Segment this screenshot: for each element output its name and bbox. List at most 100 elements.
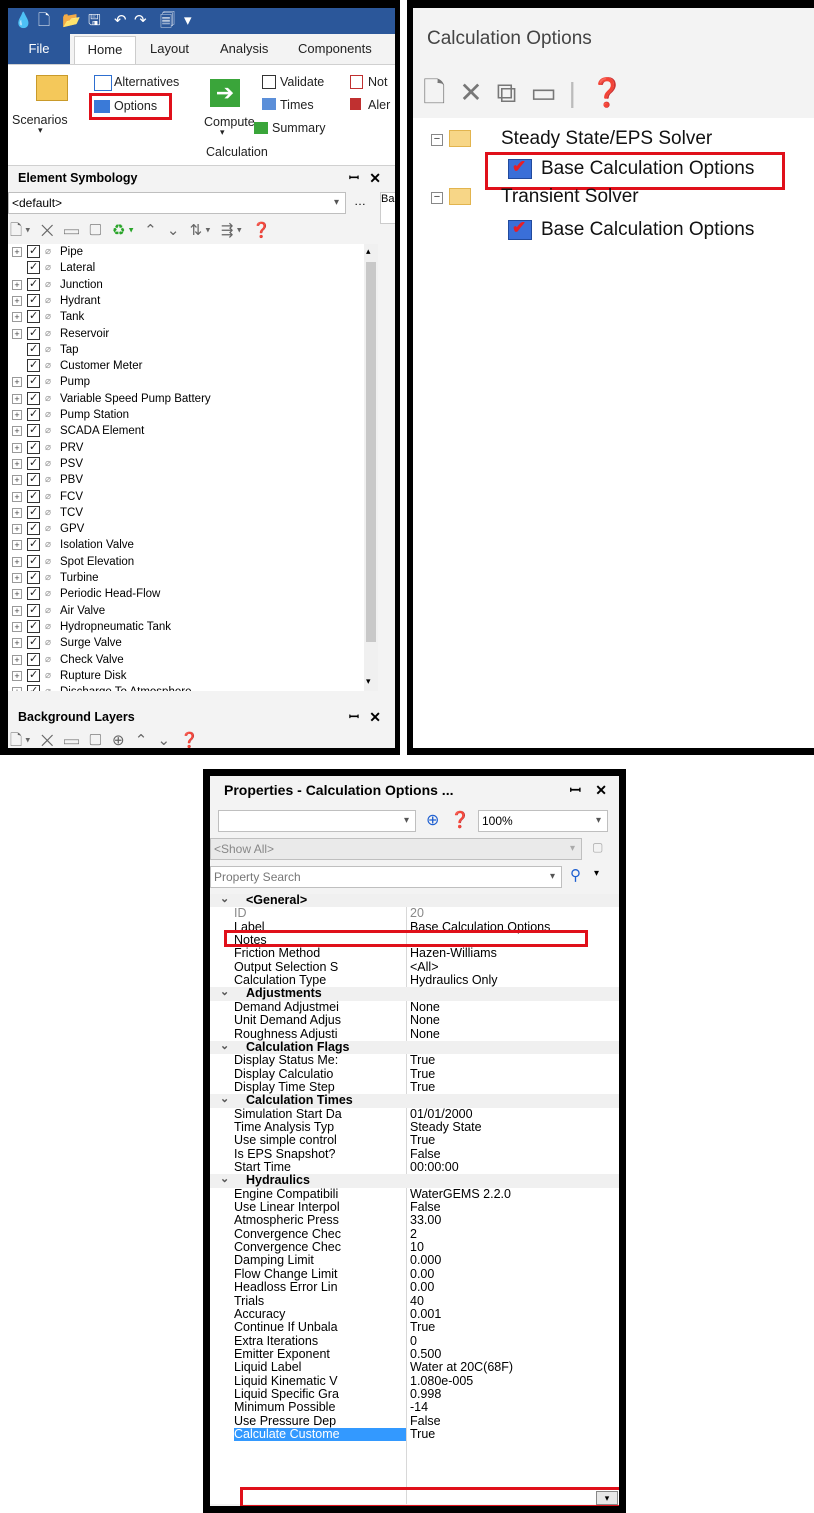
tree-transient-solver[interactable]: Transient Solver <box>501 186 639 208</box>
scroll-down-icon[interactable]: ▾ <box>366 676 371 687</box>
property-row[interactable]: ID 20 <box>210 907 619 920</box>
search-icon[interactable]: ⚲ <box>570 866 581 884</box>
expand-icon[interactable]: + <box>12 638 22 649</box>
property-value[interactable]: True <box>410 1080 435 1094</box>
property-value[interactable]: 0.00 <box>410 1281 434 1294</box>
compute-arrow-icon[interactable]: ➔ <box>210 79 240 107</box>
new-file-icon[interactable]: 🗋 <box>38 11 50 31</box>
delete-icon[interactable]: ✕ <box>41 222 57 239</box>
property-row[interactable]: Friction Method Hazen-Williams <box>210 947 619 960</box>
property-row[interactable]: Emitter Exponent 0.500 <box>210 1347 619 1361</box>
property-value[interactable]: 00:00:00 <box>410 1161 459 1174</box>
visibility-checkbox[interactable] <box>27 683 40 691</box>
property-row[interactable]: Convergence Chec 2 <box>210 1227 619 1241</box>
visibility-checkbox[interactable] <box>27 569 40 585</box>
expand-icon[interactable]: + <box>12 654 22 665</box>
property-value[interactable]: 0.998 <box>410 1387 441 1401</box>
chevron-down-icon[interactable]: ▾ <box>404 811 409 831</box>
property-value[interactable]: Steady State <box>410 1120 482 1134</box>
zoom-combo[interactable]: 100% ▾ <box>478 810 608 832</box>
property-row[interactable]: Engine Compatibili WaterGEMS 2.2.0 <box>210 1187 619 1201</box>
tab-file[interactable]: File <box>8 34 70 64</box>
visibility-checkbox[interactable] <box>27 471 40 487</box>
notes-label[interactable]: Not <box>368 75 387 89</box>
validate-label[interactable]: Validate <box>280 75 324 89</box>
symbology-item[interactable]: + ⌀ Air Valve <box>8 602 368 619</box>
symbology-item[interactable]: ⌀ Customer Meter <box>8 357 368 374</box>
duplicate-icon[interactable]: ⧉ <box>497 77 517 108</box>
property-category[interactable]: ⌄ Calculation Flags <box>210 1040 619 1055</box>
symbology-item[interactable]: + ⌀ PBV <box>8 471 368 488</box>
expand-icon[interactable]: + <box>12 670 22 681</box>
expand-icon[interactable]: + <box>12 377 22 388</box>
expand-icon[interactable]: + <box>12 475 22 486</box>
property-category[interactable]: ⌄ Calculation Times <box>210 1093 619 1108</box>
property-value[interactable]: 0 <box>410 1334 417 1348</box>
property-row[interactable]: Convergence Chec 10 <box>210 1241 619 1254</box>
undo-icon[interactable]: ↶ <box>114 11 127 31</box>
property-value[interactable]: 2 <box>410 1227 417 1241</box>
expand-icon[interactable]: + <box>12 410 22 420</box>
expand-icon[interactable]: ⇅▾ <box>190 222 214 239</box>
times-icon[interactable] <box>262 98 276 110</box>
alerts-label[interactable]: Aler <box>368 98 390 112</box>
chevron-down-icon[interactable]: ▾ <box>334 193 339 213</box>
tree-steady-state-solver[interactable]: Steady State/EPS Solver <box>501 128 712 150</box>
symbology-item[interactable]: + ⌀ Periodic Head-Flow <box>8 585 368 602</box>
property-row[interactable]: Flow Change Limit 0.00 <box>210 1267 619 1281</box>
property-value[interactable]: 33.00 <box>410 1214 441 1227</box>
scroll-up-icon[interactable]: ▴ <box>366 246 371 257</box>
alternatives-label[interactable]: Alternatives <box>114 75 179 89</box>
shift-down-icon[interactable]: ⌄ <box>167 222 183 239</box>
shift-down-icon[interactable]: ⌄ <box>157 732 173 748</box>
property-row[interactable]: Use Pressure Dep False <box>210 1414 619 1428</box>
delete-icon[interactable]: ✕ <box>459 77 482 108</box>
expand-icon[interactable]: + <box>12 279 22 290</box>
new-icon[interactable]: 🗋▾ <box>10 222 34 239</box>
property-value[interactable]: None <box>410 1000 440 1014</box>
element-selector-combo[interactable]: ▾ <box>218 810 416 832</box>
property-value[interactable]: True <box>410 1321 435 1334</box>
property-value[interactable]: True <box>410 1067 435 1081</box>
collapse-chevron-icon[interactable]: ⌄ <box>220 1040 229 1053</box>
help-icon[interactable]: ❓ <box>252 222 274 239</box>
visibility-checkbox[interactable] <box>27 536 40 552</box>
collapse-icon[interactable]: − <box>431 192 443 204</box>
print-preview-icon[interactable]: 🗐 <box>160 11 175 31</box>
property-value[interactable]: 0.500 <box>410 1347 441 1361</box>
expand-icon[interactable]: + <box>12 687 22 691</box>
property-value[interactable]: 0.000 <box>410 1254 441 1267</box>
search-dropdown-icon[interactable]: ▾ <box>594 868 599 879</box>
vertical-scrollbar[interactable]: ▴ ▾ <box>364 244 378 691</box>
property-value[interactable]: False <box>410 1414 441 1428</box>
visibility-checkbox[interactable] <box>27 520 40 536</box>
new-icon[interactable]: 🗋 <box>423 77 446 108</box>
property-row[interactable]: Trials 40 <box>210 1294 619 1308</box>
symbology-item[interactable]: + ⌀ Junction <box>8 276 368 293</box>
visibility-checkbox[interactable] <box>27 618 40 634</box>
visibility-checkbox[interactable] <box>27 553 40 569</box>
new-icon[interactable]: 🗋▾ <box>10 732 34 748</box>
symbology-item[interactable]: + ⌀ PSV <box>8 455 368 472</box>
property-row[interactable]: Damping Limit 0.000 <box>210 1254 619 1267</box>
symbology-combo[interactable]: <default> ▾ <box>8 192 346 214</box>
tab-components[interactable]: Components <box>298 41 372 56</box>
symbology-item[interactable]: + ⌀ Pump Station <box>8 406 368 423</box>
chevron-down-icon[interactable]: ▾ <box>570 839 575 859</box>
property-category[interactable]: ⌄ Adjustments <box>210 986 619 1001</box>
property-row[interactable]: Display Status Me: True <box>210 1054 619 1067</box>
pin-icon[interactable]: ꟷ <box>339 166 359 190</box>
edit-icon[interactable]: ▢ <box>89 732 105 748</box>
close-icon[interactable]: ✕ <box>359 166 381 190</box>
property-category[interactable]: ⌄ Hydraulics <box>210 1173 619 1188</box>
symbology-item[interactable]: + ⌀ Turbine <box>8 569 368 586</box>
collapse-chevron-icon[interactable]: ⌄ <box>220 986 229 999</box>
property-row[interactable]: Simulation Start Da 01/01/2000 <box>210 1107 619 1121</box>
tab-home[interactable]: Home <box>74 36 136 65</box>
expand-icon[interactable]: + <box>12 589 22 600</box>
symbology-item[interactable]: + ⌀ Hydrant <box>8 292 368 309</box>
property-value[interactable]: WaterGEMS 2.2.0 <box>410 1187 511 1201</box>
tab-analysis[interactable]: Analysis <box>220 41 268 56</box>
visibility-checkbox[interactable] <box>27 488 40 504</box>
validate-check-icon[interactable] <box>262 75 276 89</box>
